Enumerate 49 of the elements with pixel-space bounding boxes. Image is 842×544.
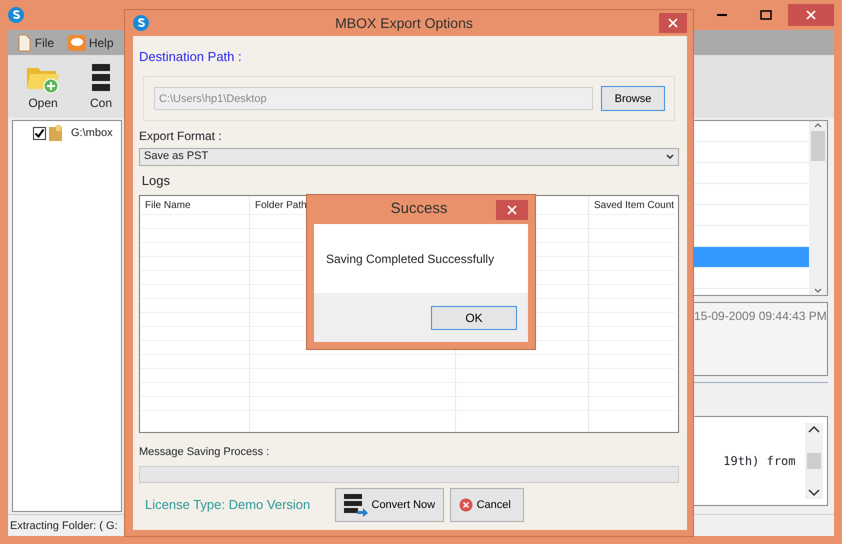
export-format-label: Export Format : xyxy=(139,128,222,143)
cancel-icon xyxy=(458,498,473,512)
column-header: Saved Item Count xyxy=(594,200,674,210)
browse-button[interactable]: Browse xyxy=(601,86,665,112)
app-logo-icon xyxy=(133,15,149,31)
chevron-down-icon xyxy=(814,288,822,293)
file-icon xyxy=(16,34,32,52)
close-icon xyxy=(806,10,816,20)
checkbox-checked-icon[interactable] xyxy=(33,126,46,140)
scrollbar-thumb[interactable] xyxy=(811,130,825,161)
message-text: Saving Completed Successfully xyxy=(326,250,494,268)
toolbar-button[interactable]: Open xyxy=(18,62,68,112)
scrollbar[interactable] xyxy=(809,121,827,295)
license-text: License Type: Demo Version xyxy=(144,496,312,514)
chevron-up-icon xyxy=(814,123,822,128)
toolbar-button[interactable]: Con xyxy=(76,62,126,112)
scrollbar[interactable] xyxy=(805,423,823,499)
server-arrow-icon xyxy=(344,493,368,517)
ok-button[interactable]: OK xyxy=(431,306,517,330)
chevron-down-icon xyxy=(808,489,820,497)
close-icon xyxy=(668,18,678,28)
app-logo-icon xyxy=(8,7,24,23)
progress-label: Message Saving Process : xyxy=(139,446,270,458)
speech-bubble-icon xyxy=(68,34,86,50)
tree-item[interactable]: G:\mbox xyxy=(33,125,121,142)
dialog-title: MBOX Export Options xyxy=(334,14,474,33)
chevron-down-icon xyxy=(666,154,674,159)
convert-now-button[interactable]: Convert Now xyxy=(334,488,444,522)
minimize-icon xyxy=(717,14,727,16)
close-button[interactable] xyxy=(788,4,834,26)
cancel-button[interactable]: Cancel xyxy=(450,488,524,522)
column-header: File Name xyxy=(145,200,191,210)
close-button[interactable] xyxy=(659,13,687,33)
logs-label: Logs xyxy=(142,173,170,188)
server-stack-icon xyxy=(92,62,110,94)
format-dropdown[interactable]: Save as PST xyxy=(139,148,679,166)
scrollbar-thumb[interactable] xyxy=(807,453,821,469)
destination-label: Destination Path : xyxy=(139,48,242,64)
column-header: Folder Path xyxy=(255,200,307,210)
maximize-icon xyxy=(760,10,772,20)
menu-item[interactable]: Help xyxy=(68,34,114,52)
close-icon xyxy=(507,204,517,214)
preview-text: 19th) from xyxy=(722,453,796,470)
close-button[interactable] xyxy=(496,200,528,220)
menu-item[interactable]: File xyxy=(16,34,54,52)
folder-icon xyxy=(48,125,63,142)
dialog-title: Success xyxy=(390,199,448,220)
date-text: 15-09-2009 09:44:43 PM xyxy=(694,309,827,323)
chevron-up-icon xyxy=(808,425,820,433)
